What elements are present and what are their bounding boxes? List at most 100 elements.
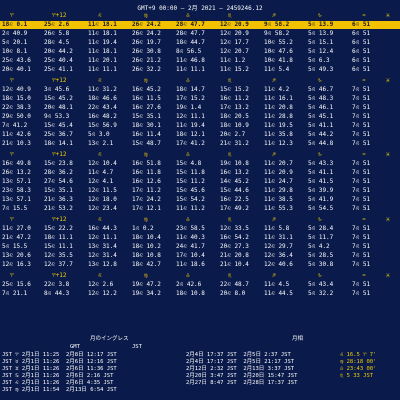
table-cell: 5♌ 4.2 xyxy=(308,243,330,250)
table-cell: 6♌ 51 xyxy=(352,66,371,73)
table-cell: 12♌ 35.5 xyxy=(44,252,73,259)
table-cell: 11♌ 18.1 xyxy=(88,30,117,37)
table-cell: 12♌ 29.7 xyxy=(264,243,293,250)
column-header: ♈ xyxy=(10,77,14,84)
column-header: ♐ xyxy=(272,151,276,158)
table-cell: 5♌ 6.3 xyxy=(308,57,330,64)
column-header: ♐ xyxy=(272,77,276,84)
table-row: 7♌ 41.2 15♌ 45.4 15♌ 56.9 18♌ 30.1 11♌ 19.4 1… xyxy=(0,122,400,130)
table-row: 7♌ 15.5 21♌ 53.2 12♌ 23.4 17♌ 12.1 11♌ 11.2 1… xyxy=(0,205,400,213)
column-header: ♓ xyxy=(386,151,390,158)
table-cell: 19♌ 34.2 xyxy=(132,290,161,297)
table-cell: 15♌ 23.8 xyxy=(44,160,73,167)
table-cell: 5♌ 41.9 xyxy=(308,196,334,203)
table-cell: 21♌ 53.2 xyxy=(44,205,73,212)
table-cell: 11♌ 44.5 xyxy=(264,290,293,297)
highlight-cell: 28♌ 47.7 xyxy=(176,21,205,28)
table-cell: 12♌ 11.1 xyxy=(88,234,117,241)
table-cell: 2♌ 40.9 xyxy=(2,30,28,37)
column-header-row: ♈ ♈+12 ♌ ♍ ♎ ♏ ♐ ♑ ♒ ♓ xyxy=(0,77,400,85)
table-cell: 5♌ 20.1 xyxy=(2,39,28,46)
table-cell: 11♌ 20.1 xyxy=(88,57,117,64)
column-header: ♒ xyxy=(362,12,366,19)
table-row: 12♌ 16.3 12♌ 37.7 13♌ 12.8 18♌ 42.7 11♌ 18.6… xyxy=(0,261,400,269)
table-cell: 18♌ 42.7 xyxy=(132,261,161,268)
column-header: ♒ xyxy=(362,216,366,223)
table-cell: 13♌ 2.1 xyxy=(88,140,114,147)
column-header: ♌ xyxy=(98,151,102,158)
table-cell: 5♌ 11.7 xyxy=(308,234,334,241)
table-cell: 16♌ 11.2 xyxy=(220,95,249,102)
table-cell: 11♌ 20.7 xyxy=(264,160,293,167)
column-header: ♐ xyxy=(272,272,276,279)
highlight-cell: 9♌ 58.2 xyxy=(264,21,290,28)
table-cell: 7♌ 51 xyxy=(352,252,371,259)
table-cell: 5♌ 28.4 xyxy=(308,225,334,232)
highlight-cell: 18♌ 0.1 xyxy=(2,21,28,28)
table-cell: 18♌ 10.9 xyxy=(220,122,249,129)
table-row: 7♌ 21.1 8♌ 44.3 12♌ 12.2 19♌ 34.2 18♌ 10.8 20… xyxy=(0,290,400,298)
table-cell: 15♌ 45.4 xyxy=(44,122,73,129)
phase-row: 2月4日 17:17 JST 2月5日 21:17 JST xyxy=(186,359,295,365)
table-cell: 11♌ 4.2 xyxy=(264,86,290,93)
table-cell: 16♌ 45.2 xyxy=(132,86,161,93)
table-cell: 20♌ 2.7 xyxy=(220,131,246,138)
table-cell: 11♌ 27.0 xyxy=(2,225,31,232)
table-cell: 7♌ 51 xyxy=(352,196,371,203)
column-header: ♈+12 xyxy=(52,12,67,19)
table-cell: 7♌ 51 xyxy=(352,169,371,176)
table-cell: 26♌ 5.8 xyxy=(44,30,70,37)
table-cell: 23♌ 58.5 xyxy=(176,225,205,232)
table-cell: 11♌ 5.8 xyxy=(264,225,290,232)
table-cell: 16♌ 44.3 xyxy=(88,225,117,232)
table-row: 13♌ 20.6 12♌ 35.5 12♌ 31.4 18♌ 10.8 17♌ 10.4… xyxy=(0,252,400,260)
column-header: ♐ xyxy=(272,12,276,19)
table-cell: 15♌ 35.1 xyxy=(132,113,161,120)
table-cell: 16♌ 11.5 xyxy=(132,95,161,102)
table-cell: 11♌ 11.1 xyxy=(88,66,117,73)
table-cell: 11♌ 31.1 xyxy=(264,234,293,241)
table-cell: 5♌ 39.9 xyxy=(308,187,334,194)
table-cell: 25♌ 36.7 xyxy=(44,131,73,138)
footer-right-title: 月相 xyxy=(292,336,304,342)
table-cell: 7♌ 51 xyxy=(352,104,371,111)
table-cell: 7♌ 51 xyxy=(352,205,371,212)
table-cell: 7♌ 51 xyxy=(352,234,371,241)
table-cell: 12♌ 20.7 xyxy=(220,48,249,55)
table-cell: 28♌ 47.7 xyxy=(176,30,205,37)
table-row: 12♌ 40.9 3♌ 45.6 11♌ 31.2 16♌ 45.2 18♌ 14.7 1… xyxy=(0,86,400,94)
column-header-row: ♈ ♈+12 ♌ ♍ ♎ ♏ ♐ ♑ ♒ ♓ xyxy=(0,151,400,159)
table-cell: 5♌ 30.8 xyxy=(308,261,334,268)
table-cell: 7♌ 51 xyxy=(352,131,371,138)
table-cell: 15♌ 45.6 xyxy=(176,187,205,194)
highlight-cell: 5♌ 13.9 xyxy=(308,21,334,28)
column-header: ♌ xyxy=(98,216,102,223)
table-cell: 7♌ 51 xyxy=(352,86,371,93)
table-cell: 19♌ 10.8 xyxy=(220,160,249,167)
table-cell: 18♌ 14.7 xyxy=(176,86,205,93)
table-cell: 20♌ 40.1 xyxy=(2,66,31,73)
table-cell: 15♌ 54.2 xyxy=(176,196,205,203)
column-header: ♍ xyxy=(144,12,148,19)
column-header: ♓ xyxy=(386,272,390,279)
table-cell: 11♌ 18.6 xyxy=(176,261,205,268)
column-header: ♓ xyxy=(386,77,390,84)
table-cell: 26♌ 19.7 xyxy=(132,39,161,46)
table-cell: 5♌ 15.5 xyxy=(2,243,28,250)
table-cell: 12♌ 31.4 xyxy=(88,252,117,259)
table-cell: 5♌ 32.2 xyxy=(308,290,334,297)
table-cell: 21♌ 36.3 xyxy=(44,196,73,203)
highlight-cell: 12♌ 20.9 xyxy=(220,21,249,28)
phase-row: 2月4日 17:37 JST 2月5日 2:37 JST xyxy=(186,352,291,358)
table-cell: 22♌ 3.8 xyxy=(44,281,70,288)
table-cell: 18♌ 14.1 xyxy=(44,140,73,147)
highlight-cell: 6♌ 51 xyxy=(352,21,371,28)
table-cell: 11♌ 20.8 xyxy=(264,104,293,111)
table-cell: 10♌ 41.8 xyxy=(264,57,293,64)
table-row: 5♌ 20.1 28♌ 4.5 11♌ 19.4 26♌ 19.7 18♌ 44.7 12… xyxy=(0,39,400,47)
table-cell: 19♌ 47.2 xyxy=(132,281,161,288)
table-cell: 20♌ 27.3 xyxy=(220,243,249,250)
table-cell: 5♌ 41.5 xyxy=(308,178,334,185)
ingress-row: JST ♌ 2月1日 11:26 2月6日 4:35 JST xyxy=(2,380,114,386)
table-cell: 11♌ 1.2 xyxy=(220,57,246,64)
